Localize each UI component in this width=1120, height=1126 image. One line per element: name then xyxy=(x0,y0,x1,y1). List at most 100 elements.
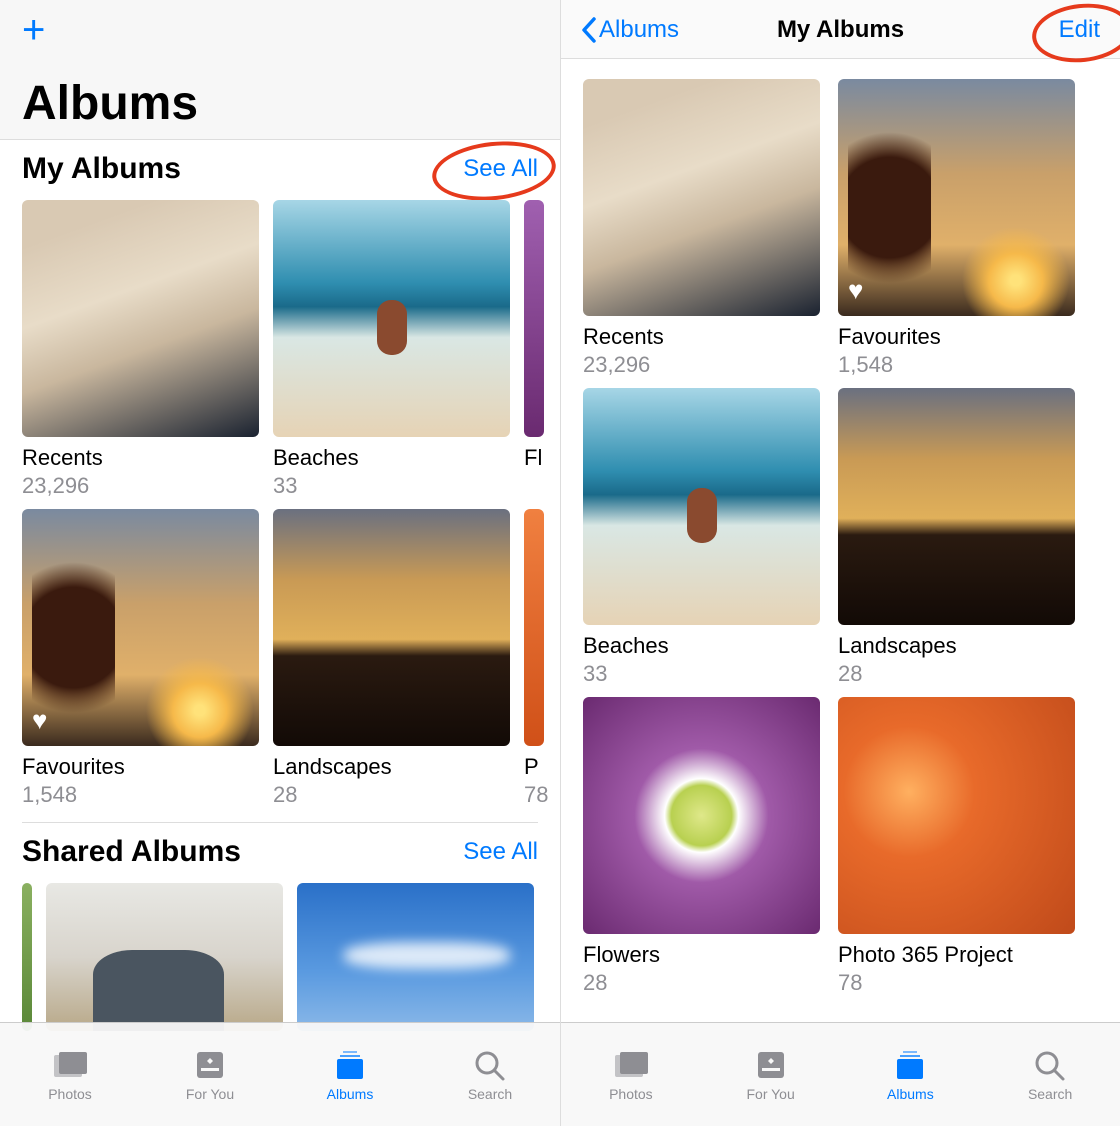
album-recents[interactable]: Recents 23,296 xyxy=(583,79,820,378)
search-icon xyxy=(1031,1048,1069,1082)
album-thumb xyxy=(524,509,544,746)
tab-bar: Photos For You Albums Search xyxy=(561,1022,1120,1126)
album-count: 78 xyxy=(838,970,1075,996)
top-bar: + xyxy=(0,0,560,58)
tab-albums[interactable]: Albums xyxy=(841,1023,981,1126)
tab-foryou[interactable]: For You xyxy=(140,1023,280,1126)
album-count: 1,548 xyxy=(22,782,259,808)
album-thumb xyxy=(273,200,510,437)
album-name: Landscapes xyxy=(273,754,510,780)
album-peek[interactable]: Fl xyxy=(524,200,544,499)
page-title: Albums xyxy=(0,58,560,140)
album-name: P xyxy=(524,754,544,780)
back-label: Albums xyxy=(599,16,679,44)
album-thumb xyxy=(22,200,259,437)
album-recents[interactable]: Recents 23,296 xyxy=(22,200,259,499)
tab-label: Search xyxy=(1028,1086,1072,1102)
screen-albums-overview: + Albums My Albums See All Recents 23,29… xyxy=(0,0,560,1126)
album-count: 28 xyxy=(838,661,1075,687)
tab-label: Albums xyxy=(327,1086,374,1102)
album-count: 33 xyxy=(273,473,510,499)
album-thumb xyxy=(838,697,1075,934)
tab-albums[interactable]: Albums xyxy=(280,1023,420,1126)
photos-icon xyxy=(612,1048,650,1082)
shared-albums-row[interactable] xyxy=(0,873,560,1031)
album-name: Beaches xyxy=(583,633,820,659)
album-name: Recents xyxy=(22,445,259,471)
album-favourites[interactable]: ♥ Favourites 1,548 xyxy=(22,509,259,808)
shared-see-all[interactable]: See All xyxy=(463,838,538,866)
tab-search[interactable]: Search xyxy=(420,1023,560,1126)
shared-albums-title: Shared Albums xyxy=(22,835,241,869)
album-name: Flowers xyxy=(583,942,820,968)
albums-grid[interactable]: Recents 23,296 ♥ Favourites 1,548 Beache… xyxy=(561,59,1120,996)
album-thumb: ♥ xyxy=(838,79,1075,316)
album-name: Favourites xyxy=(22,754,259,780)
album-name: Fl xyxy=(524,445,544,471)
shared-album-peek-left[interactable] xyxy=(22,883,32,1031)
tab-label: Photos xyxy=(609,1086,653,1102)
foryou-icon xyxy=(191,1048,229,1082)
album-thumb xyxy=(273,509,510,746)
album-flowers[interactable]: Flowers 28 xyxy=(583,697,820,996)
tab-photos[interactable]: Photos xyxy=(0,1023,140,1126)
album-count: 78 xyxy=(524,782,544,808)
my-albums-title: My Albums xyxy=(22,152,181,186)
album-thumb xyxy=(46,883,283,1031)
my-albums-see-all[interactable]: See All xyxy=(463,155,538,183)
heart-icon: ♥ xyxy=(848,275,863,306)
tab-label: For You xyxy=(186,1086,234,1102)
screen-my-albums-detail: Albums My Albums Edit Recents 23,296 ♥ F… xyxy=(560,0,1120,1126)
shared-albums-header: Shared Albums See All xyxy=(0,823,560,873)
album-count: 23,296 xyxy=(22,473,259,499)
album-thumb xyxy=(838,388,1075,625)
content-area: Recents 23,296 ♥ Favourites 1,548 Beache… xyxy=(561,59,1120,1126)
photos-icon xyxy=(51,1048,89,1082)
tab-bar: Photos For You Albums Search xyxy=(0,1022,560,1126)
album-name: Favourites xyxy=(838,324,1075,350)
search-icon xyxy=(471,1048,509,1082)
album-landscapes[interactable]: Landscapes 28 xyxy=(838,388,1075,687)
edit-button[interactable]: Edit xyxy=(1059,16,1100,44)
album-peek[interactable]: P 78 xyxy=(524,509,544,808)
add-album-button[interactable]: + xyxy=(22,10,538,50)
my-albums-row-1[interactable]: Recents 23,296 Beaches 33 Fl xyxy=(0,190,560,499)
nav-title: My Albums xyxy=(777,16,904,44)
album-favourites[interactable]: ♥ Favourites 1,548 xyxy=(838,79,1075,378)
my-albums-row-2[interactable]: ♥ Favourites 1,548 Landscapes 28 P 78 xyxy=(0,499,560,808)
tab-search[interactable]: Search xyxy=(980,1023,1120,1126)
album-beaches[interactable]: Beaches 33 xyxy=(273,200,510,499)
album-count: 33 xyxy=(583,661,820,687)
albums-icon xyxy=(331,1048,369,1082)
foryou-icon xyxy=(752,1048,790,1082)
album-count: 1,548 xyxy=(838,352,1075,378)
content-area: My Albums See All Recents 23,296 Beaches… xyxy=(0,140,560,1126)
heart-icon: ♥ xyxy=(32,705,47,736)
album-thumb xyxy=(583,697,820,934)
plus-icon: + xyxy=(22,8,45,52)
tab-label: Photos xyxy=(48,1086,92,1102)
album-count: 28 xyxy=(583,970,820,996)
tab-label: Search xyxy=(468,1086,512,1102)
album-thumb xyxy=(22,883,32,1031)
album-photo365[interactable]: Photo 365 Project 78 xyxy=(838,697,1075,996)
album-beaches[interactable]: Beaches 33 xyxy=(583,388,820,687)
album-thumb xyxy=(583,79,820,316)
album-thumb: ♥ xyxy=(22,509,259,746)
my-albums-header: My Albums See All xyxy=(0,140,560,190)
album-name: Photo 365 Project xyxy=(838,942,1075,968)
album-thumb xyxy=(524,200,544,437)
album-name: Beaches xyxy=(273,445,510,471)
tab-photos[interactable]: Photos xyxy=(561,1023,701,1126)
tab-label: For You xyxy=(746,1086,794,1102)
albums-icon xyxy=(891,1048,929,1082)
album-landscapes[interactable]: Landscapes 28 xyxy=(273,509,510,808)
shared-album-2[interactable] xyxy=(297,883,534,1031)
shared-album-1[interactable] xyxy=(46,883,283,1031)
album-name: Landscapes xyxy=(838,633,1075,659)
chevron-left-icon xyxy=(581,17,597,43)
album-thumb xyxy=(583,388,820,625)
tab-foryou[interactable]: For You xyxy=(701,1023,841,1126)
back-button[interactable]: Albums xyxy=(581,16,679,44)
album-count: 28 xyxy=(273,782,510,808)
